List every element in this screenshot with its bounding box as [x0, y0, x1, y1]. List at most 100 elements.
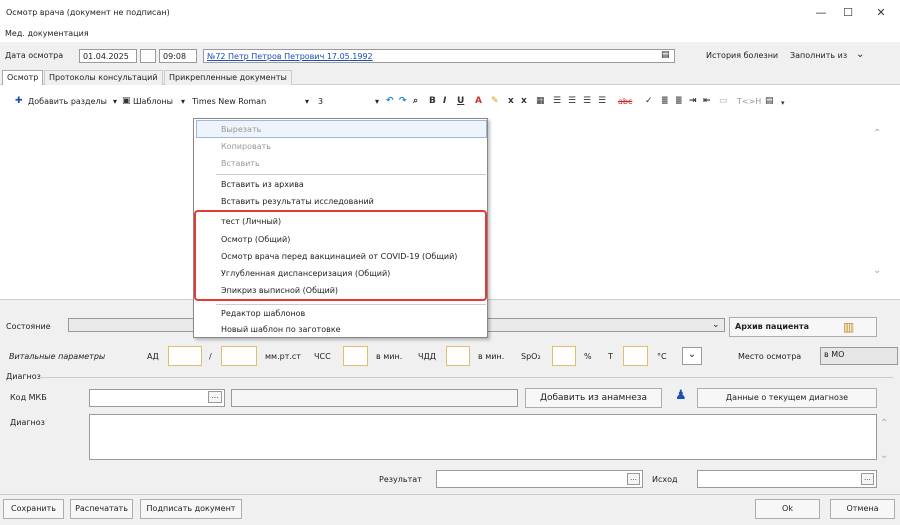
menu-new-template[interactable]: Новый шаблон по заготовке	[221, 325, 341, 334]
templates-button[interactable]: Шаблоны	[133, 97, 173, 106]
mkb-field[interactable]	[89, 389, 225, 407]
scroll-up-icon[interactable]: ⌃	[873, 128, 881, 139]
fill-from-button[interactable]: Заполнить из	[790, 51, 847, 60]
templates-dropdown-icon[interactable]: ▾	[181, 97, 185, 106]
mkb-picker-button[interactable]: …	[208, 391, 222, 403]
menu-med-docs[interactable]: Мед. документация	[5, 29, 89, 38]
toolbar-overflow-icon[interactable]: ▾	[781, 99, 785, 107]
align-left-icon[interactable]: ☰	[553, 96, 561, 106]
spellcheck-icon[interactable]: ✓	[645, 96, 653, 106]
tag-button[interactable]: T<>H	[737, 97, 761, 106]
menu-insert-results[interactable]: Вставить результаты исследований	[221, 197, 374, 206]
font-color-icon[interactable]: A	[475, 96, 482, 106]
clipboard-icon[interactable]: ▤	[765, 96, 774, 106]
vitals-dropdown[interactable]: ⌄	[682, 347, 702, 365]
archive-button[interactable]: Архив пациента ▥	[729, 317, 877, 337]
menu-bar: Мед. документация	[0, 27, 900, 41]
scroll-down-icon[interactable]: ⌄	[873, 265, 881, 276]
menu-insert-archive[interactable]: Вставить из архива	[221, 180, 304, 189]
diagnosis-textarea[interactable]	[89, 414, 877, 460]
diagnosis-group-label: Диагноз	[6, 372, 41, 381]
calendar-button[interactable]	[140, 49, 156, 63]
menu-template-item[interactable]: тест (Личный)	[221, 217, 281, 226]
spo2-field[interactable]	[552, 346, 576, 366]
sign-document-button[interactable]: Подписать документ	[140, 499, 242, 519]
date-field[interactable]: 01.04.2025	[79, 49, 137, 63]
align-center-icon[interactable]: ☰	[568, 96, 576, 106]
current-diagnosis-button[interactable]: Данные о текущем диагнозе	[697, 388, 877, 408]
ok-button[interactable]: Ok	[755, 499, 820, 519]
font-dropdown-icon[interactable]: ▾	[305, 97, 309, 106]
chevron-down-icon[interactable]: ⌄	[856, 49, 864, 60]
menu-template-item[interactable]: Углубленная диспансеризация (Общий)	[221, 269, 390, 278]
highlight-color-icon[interactable]: ✎	[491, 96, 499, 106]
size-select[interactable]: 3	[318, 97, 323, 106]
diagnosis-label: Диагноз	[10, 418, 45, 427]
search-icon[interactable]: ⌕	[413, 96, 418, 106]
indent-icon[interactable]: ⇥	[689, 96, 697, 106]
chdd-label: ЧДД	[418, 352, 436, 361]
menu-cut[interactable]: Вырезать	[221, 125, 261, 134]
cancel-button[interactable]: Отмена	[830, 499, 895, 519]
diagnosis-scroll-up-icon[interactable]: ⌃	[880, 418, 888, 429]
underline-button[interactable]: U	[457, 96, 464, 106]
maximize-button[interactable]: ☐	[837, 4, 859, 22]
save-button[interactable]: Сохранить	[3, 499, 64, 519]
minimize-button[interactable]: —	[810, 4, 832, 22]
place-field[interactable]: в МО	[820, 347, 898, 365]
print-button[interactable]: Распечатать	[70, 499, 133, 519]
undo-icon[interactable]: ↶	[386, 96, 394, 106]
menu-template-item[interactable]: Осмотр врача перед вакцинацией от COVID-…	[221, 252, 457, 261]
tab-exam[interactable]: Осмотр	[2, 70, 44, 85]
menu-template-editor[interactable]: Редактор шаблонов	[221, 309, 305, 318]
chss-field[interactable]	[343, 346, 368, 366]
list-icon[interactable]: ▤	[661, 50, 670, 60]
spo2-label: SpO₂	[521, 352, 541, 361]
patient-link[interactable]: №72 Петр Петров Петрович 17.05.1992	[203, 49, 675, 63]
subscript-button[interactable]: x	[508, 96, 514, 106]
ad-diastolic-field[interactable]	[221, 346, 257, 366]
mmhg-label: мм.рт.ст	[265, 352, 301, 361]
plus-icon: ✚	[15, 96, 23, 106]
add-sections-button[interactable]: Добавить разделы	[28, 97, 107, 106]
ordered-list-icon[interactable]: ≣	[661, 96, 669, 106]
diagnosis-scroll-down-icon[interactable]: ⌄	[880, 450, 888, 461]
font-select[interactable]: Times New Roman	[192, 97, 266, 106]
state-dropdown-icon[interactable]: ⌄	[712, 320, 720, 330]
menu-paste[interactable]: Вставить	[221, 159, 260, 168]
image-icon[interactable]: ▦	[536, 96, 545, 106]
date-label: Дата осмотра	[5, 51, 64, 60]
table-icon[interactable]: ▭	[719, 96, 728, 106]
add-from-anamnesis-button[interactable]: Добавить из анамнеза	[525, 388, 662, 408]
temperature-label: T	[608, 352, 613, 361]
ad-systolic-field[interactable]	[168, 346, 202, 366]
time-field[interactable]: 09:08	[159, 49, 197, 63]
bulleted-list-icon[interactable]: ≣	[675, 96, 683, 106]
result-picker-button[interactable]: …	[627, 473, 640, 485]
tab-attached-docs[interactable]: Прикрепленные документы	[164, 70, 292, 85]
tab-consultations[interactable]: Протоколы консультаций	[44, 70, 163, 85]
close-button[interactable]: ✕	[870, 4, 892, 22]
chdd-field[interactable]	[446, 346, 470, 366]
size-dropdown-icon[interactable]: ▾	[375, 97, 379, 106]
menu-copy[interactable]: Копировать	[221, 142, 271, 151]
menu-template-item[interactable]: Эпикриз выписной (Общий)	[221, 286, 338, 295]
bold-button[interactable]: B	[429, 96, 436, 106]
superscript-button[interactable]: x	[521, 96, 527, 106]
justify-icon[interactable]: ☰	[598, 96, 606, 106]
menu-template-item[interactable]: Осмотр (Общий)	[221, 235, 290, 244]
outcome-picker-button[interactable]: …	[861, 473, 874, 485]
outdent-icon[interactable]: ⇤	[703, 96, 711, 106]
history-button[interactable]: История болезни	[706, 51, 778, 60]
dropdown-arrow-icon[interactable]: ▾	[113, 97, 117, 106]
redo-icon[interactable]: ↷	[399, 96, 407, 106]
state-label: Состояние	[6, 322, 51, 331]
strikethrough-button[interactable]: abc	[618, 97, 632, 106]
user-icon: ♟	[675, 388, 687, 403]
temperature-field[interactable]	[623, 346, 648, 366]
align-right-icon[interactable]: ☰	[583, 96, 591, 106]
italic-button[interactable]: I	[443, 96, 446, 106]
result-field[interactable]	[436, 470, 643, 488]
mkb-label: Код МКБ	[10, 393, 47, 402]
outcome-field[interactable]	[697, 470, 877, 488]
